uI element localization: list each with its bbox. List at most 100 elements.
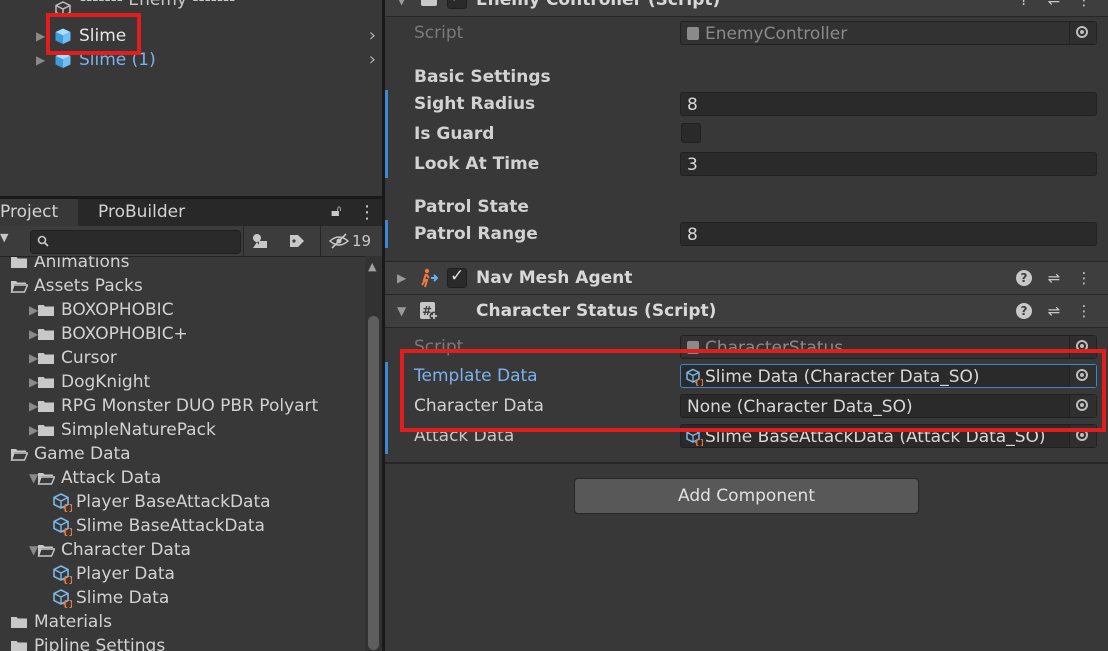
project-tree-item[interactable]: {} Player Data: [0, 562, 365, 586]
folder-icon: [38, 425, 54, 436]
presets-icon[interactable]: ⇌: [1045, 302, 1063, 320]
project-tree-item[interactable]: Animations: [0, 256, 365, 274]
nav-mesh-agent-enabled-checkbox[interactable]: [447, 266, 467, 288]
is-guard-label: Is Guard: [414, 124, 495, 144]
filter-by-type-icon[interactable]: [251, 232, 271, 250]
project-tree-item[interactable]: Materials: [0, 610, 365, 634]
help-icon[interactable]: ?: [1015, 0, 1033, 9]
inspector-panel: ▼ Enemy Controller (Script) ? ⇌ ⋮ Script…: [385, 0, 1108, 651]
look-at-time-field[interactable]: 3: [680, 152, 1097, 176]
project-tree-item[interactable]: {} Slime Data: [0, 586, 365, 610]
add-component-button[interactable]: Add Component: [574, 478, 919, 514]
highlight-box-data-fields: [400, 349, 1106, 432]
kebab-menu-icon[interactable]: ⋮: [358, 199, 376, 226]
chevron-right-icon[interactable]: ›: [369, 48, 376, 72]
script-label: Script: [414, 23, 464, 43]
add-component-label: Add Component: [677, 486, 815, 506]
is-guard-checkbox[interactable]: [681, 123, 701, 143]
project-tree-item-label: Attack Data: [61, 468, 162, 488]
header-basic-settings: Basic Settings: [414, 67, 551, 87]
folder-icon: [38, 377, 54, 388]
scriptable-object-icon: {}: [53, 493, 72, 512]
presets-icon[interactable]: ⇌: [1045, 269, 1063, 287]
scroll-up-arrow-icon[interactable]: ▲: [368, 260, 376, 273]
folder-icon: [11, 257, 27, 268]
scrollbar-thumb[interactable]: [368, 316, 379, 650]
hierarchy-panel: ------- Enemy ------- ▶ Slime › ▶ Slime …: [0, 0, 382, 196]
project-tree-item-label: Materials: [34, 612, 112, 632]
presets-icon[interactable]: ⇌: [1045, 0, 1063, 9]
project-tree-item[interactable]: {} Player BaseAttackData: [0, 490, 365, 514]
chevron-right-icon[interactable]: ›: [369, 24, 376, 48]
override-indicator: [385, 362, 388, 454]
folder-open-icon: [10, 449, 28, 461]
folder-icon: [11, 617, 27, 628]
project-tree-item[interactable]: Game Data: [0, 442, 365, 466]
project-tree-item-label: Assets Packs: [34, 276, 143, 296]
component-header-character-status[interactable]: ▼ # Character Status (Script) ? ⇌ ⋮: [385, 294, 1108, 328]
lock-icon[interactable]: 🔓︎: [331, 201, 341, 221]
folder-icon: [38, 353, 54, 364]
kebab-menu-icon[interactable]: ⋮: [1075, 302, 1093, 320]
script-field: EnemyController: [680, 21, 1097, 45]
svg-text:{}: {}: [62, 576, 72, 584]
project-tree-item-label: Slime Data: [76, 588, 170, 608]
script-file-icon: [687, 27, 699, 40]
folder-icon: [38, 329, 54, 340]
object-picker-button: [1069, 22, 1096, 44]
foldout-expanded-icon[interactable]: ▼: [397, 304, 406, 318]
script-value: EnemyController: [705, 24, 848, 44]
component-divider: [385, 462, 1108, 464]
component-enabled-checkbox[interactable]: [447, 0, 467, 9]
project-tree-item[interactable]: Pipline Settings: [0, 634, 365, 651]
create-dropdown-icon[interactable]: ▼: [0, 231, 8, 244]
project-tab-bar: Project ProBuilder 🔓︎ ⋮: [0, 199, 382, 226]
foldout-expanded-icon[interactable]: ▼: [397, 0, 406, 7]
hidden-count: 19: [352, 232, 372, 250]
chevron-right-icon[interactable]: ▶: [36, 24, 45, 48]
project-tree-item-label: Cursor: [61, 348, 117, 368]
help-icon[interactable]: ?: [1016, 303, 1032, 319]
scriptable-object-icon: {}: [53, 517, 72, 536]
project-tree: Animations Assets Packs ▶ BOXOPHOBIC ▶ BOXOPH…: [0, 256, 365, 651]
project-tree-item[interactable]: ▶ DogKnight: [0, 370, 365, 394]
folder-open-icon: [37, 545, 55, 557]
project-tree-item[interactable]: ▶ RPG Monster DUO PBR Polyart: [0, 394, 365, 418]
project-tree-item-label: Game Data: [34, 444, 131, 464]
patrol-range-field[interactable]: 8: [680, 222, 1097, 246]
foldout-collapsed-icon[interactable]: ▶: [397, 271, 406, 285]
tab-project[interactable]: Project: [0, 199, 78, 226]
project-tree-item-label: BOXOPHOBIC+: [61, 324, 188, 344]
project-tree-item-label: Pipline Settings: [34, 636, 166, 651]
folder-open-icon: [10, 281, 28, 293]
project-tree-item[interactable]: ▼ Character Data: [0, 538, 365, 562]
sight-radius-value: 8: [687, 95, 698, 115]
project-tree-item[interactable]: {} Slime BaseAttackData: [0, 514, 365, 538]
project-tree-item[interactable]: ▶ BOXOPHOBIC: [0, 298, 365, 322]
component-header-nav-mesh-agent[interactable]: ▶ Nav Mesh Agent ? ⇌ ⋮: [385, 261, 1108, 295]
kebab-menu-icon[interactable]: ⋮: [1075, 0, 1093, 9]
project-tree-item-label: RPG Monster DUO PBR Polyart: [61, 396, 319, 416]
tab-probuilder[interactable]: ProBuilder: [98, 199, 198, 226]
look-at-time-value: 3: [687, 155, 698, 175]
project-tree-item[interactable]: ▶ SimpleNaturePack: [0, 418, 365, 442]
project-tree-item-label: SimpleNaturePack: [61, 420, 216, 440]
component-header-enemy-controller[interactable]: ▼ Enemy Controller (Script) ? ⇌ ⋮: [385, 0, 1108, 17]
sight-radius-field[interactable]: 8: [680, 92, 1097, 116]
hierarchy-item-label: ------- Enemy -------: [80, 0, 236, 10]
folder-icon: [11, 641, 27, 651]
svg-text:{}: {}: [62, 528, 72, 536]
target-icon-dot: [1080, 30, 1084, 34]
project-tree-item[interactable]: ▶ Cursor: [0, 346, 365, 370]
help-icon[interactable]: ?: [1016, 270, 1032, 286]
project-tree-item[interactable]: Assets Packs: [0, 274, 365, 298]
project-tree-item-label: BOXOPHOBIC: [61, 300, 174, 320]
patrol-range-label: Patrol Range: [414, 224, 538, 244]
search-input[interactable]: [30, 230, 241, 254]
filter-by-label-icon[interactable]: [288, 233, 306, 249]
scriptable-object-icon: {}: [53, 565, 72, 584]
chevron-right-icon[interactable]: ▶: [36, 48, 45, 72]
project-tree-item[interactable]: ▶ BOXOPHOBIC+: [0, 322, 365, 346]
project-tree-item[interactable]: ▼ Attack Data: [0, 466, 365, 490]
kebab-menu-icon[interactable]: ⋮: [1075, 269, 1093, 287]
